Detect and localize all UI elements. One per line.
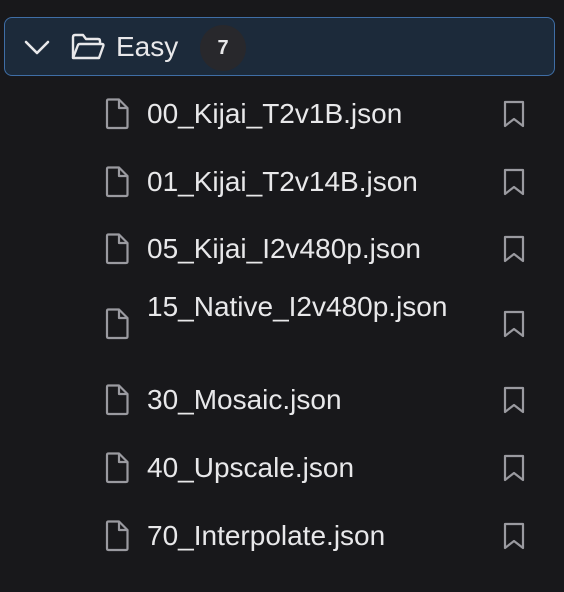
bookmark-icon[interactable]	[502, 235, 526, 263]
file-count-badge: 7	[200, 25, 246, 71]
file-row[interactable]: 40_Upscale.json	[0, 448, 564, 488]
file-tree: Easy 7 00_Kijai_T2v1B.json 01_Kijai_T2v1…	[0, 0, 564, 592]
file-name: 05_Kijai_I2v480p.json	[147, 233, 421, 264]
file-icon	[105, 520, 129, 552]
file-icon	[105, 452, 129, 484]
file-icon	[105, 308, 129, 340]
bookmark-icon[interactable]	[502, 100, 526, 128]
file-row[interactable]: 01_Kijai_T2v14B.json	[0, 162, 564, 202]
chevron-down-icon[interactable]	[23, 36, 51, 58]
file-icon	[105, 98, 129, 130]
file-row[interactable]: 15_Native_I2v480p.json	[0, 288, 564, 362]
file-icon	[105, 166, 129, 198]
folder-easy-header[interactable]: Easy 7	[4, 17, 555, 76]
file-name: 40_Upscale.json	[147, 452, 355, 483]
file-name: 70_Interpolate.json	[147, 520, 386, 551]
folder-name: Easy	[116, 31, 179, 62]
file-row[interactable]: 00_Kijai_T2v1B.json	[0, 94, 564, 134]
file-icon	[105, 384, 129, 416]
folder-open-icon	[71, 33, 105, 60]
file-name: 15_Native_I2v480p.json	[147, 291, 448, 322]
file-icon	[105, 233, 129, 265]
bookmark-icon[interactable]	[502, 522, 526, 550]
file-name: 30_Mosaic.json	[147, 384, 342, 415]
bookmark-icon[interactable]	[502, 168, 526, 196]
bookmark-icon[interactable]	[502, 454, 526, 482]
bookmark-icon[interactable]	[502, 310, 526, 338]
file-row[interactable]: 05_Kijai_I2v480p.json	[0, 229, 564, 269]
bookmark-icon[interactable]	[502, 386, 526, 414]
file-name: 00_Kijai_T2v1B.json	[147, 98, 403, 129]
file-name: 01_Kijai_T2v14B.json	[147, 166, 418, 197]
file-row[interactable]: 70_Interpolate.json	[0, 516, 564, 556]
file-row[interactable]: 30_Mosaic.json	[0, 380, 564, 420]
